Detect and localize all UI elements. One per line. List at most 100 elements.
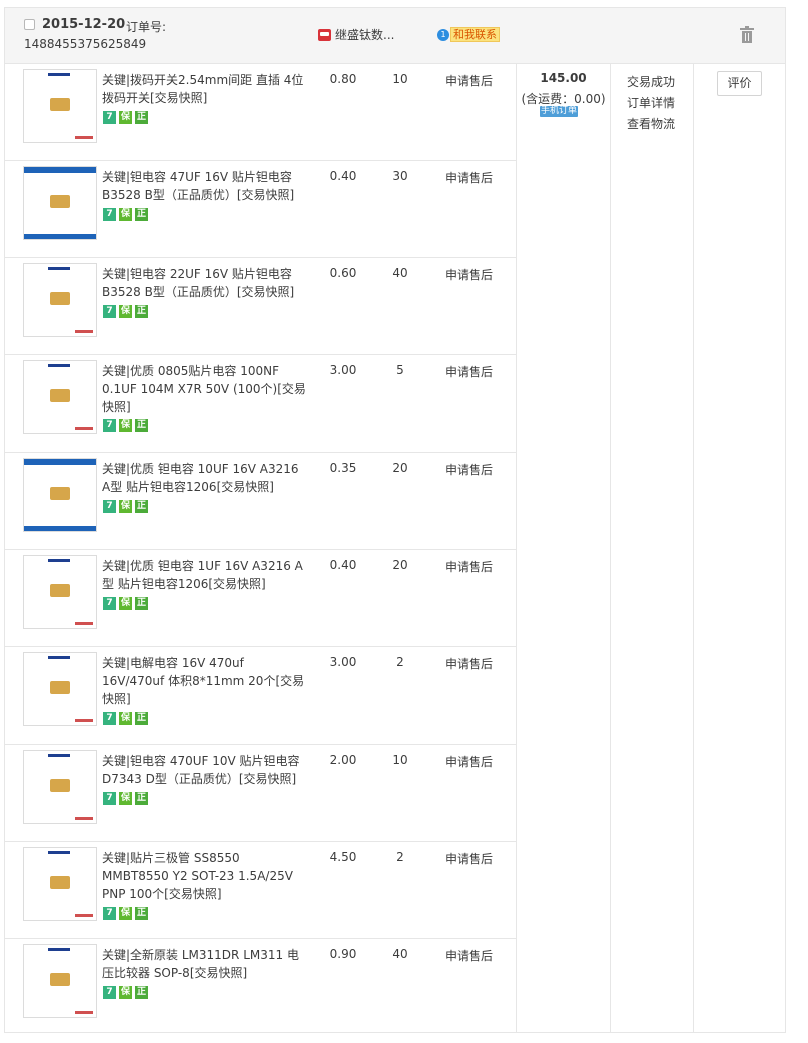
seven-day-return-badge[interactable]: 7 — [103, 500, 116, 513]
quantity: 20 — [392, 461, 408, 475]
product-name-link[interactable]: 关键|钽电容 22UF 16V 贴片钽电容 B3528 B型（正品质优）[交易快… — [102, 265, 307, 301]
after-sales-link[interactable]: 申请售后 — [439, 266, 499, 283]
seven-day-return-badge[interactable]: 7 — [103, 419, 116, 432]
shop-name[interactable]: 继盛钛数... — [335, 26, 394, 43]
after-sales-link[interactable]: 申请售后 — [439, 461, 499, 478]
genuine-badge[interactable]: 正 — [135, 986, 148, 999]
order-item: 关键|全新原装 LM311DR LM311 电压比较器 SOP-8[交易快照] 7… — [5, 938, 516, 1033]
genuine-badge[interactable]: 正 — [135, 208, 148, 221]
after-sales-link[interactable]: 申请售后 — [439, 72, 499, 89]
product-thumbnail[interactable] — [23, 847, 97, 921]
genuine-badge[interactable]: 正 — [135, 907, 148, 920]
product-thumbnail[interactable] — [23, 263, 97, 337]
genuine-badge[interactable]: 正 — [135, 500, 148, 513]
product-thumbnail[interactable] — [23, 750, 97, 824]
genuine-badge[interactable]: 正 — [135, 419, 148, 432]
service-badges: 7保正 — [103, 208, 151, 221]
service-badges: 7保正 — [103, 500, 151, 513]
seven-day-return-badge[interactable]: 7 — [103, 111, 116, 124]
service-badges: 7保正 — [103, 907, 151, 920]
service-badges: 7保正 — [103, 792, 151, 805]
order-header: 2015-12-20 订单号: 1488455375625849 继盛钛数...… — [5, 8, 785, 64]
quantity: 2 — [396, 655, 404, 669]
seven-day-return-badge[interactable]: 7 — [103, 208, 116, 221]
product-thumbnail[interactable] — [23, 555, 97, 629]
after-sales-link[interactable]: 申请售后 — [439, 558, 499, 575]
checkbox-icon[interactable] — [24, 19, 35, 30]
product-name-link[interactable]: 关键|优质 0805贴片电容 100NF 0.1UF 104M X7R 50V … — [102, 362, 307, 416]
guarantee-badge[interactable]: 保 — [119, 111, 132, 124]
guarantee-badge[interactable]: 保 — [119, 305, 132, 318]
product-thumbnail[interactable] — [23, 360, 97, 434]
guarantee-badge[interactable]: 保 — [119, 712, 132, 725]
unit-price: 4.50 — [329, 850, 357, 864]
genuine-badge[interactable]: 正 — [135, 305, 148, 318]
order-detail-link[interactable]: 订单详情 — [609, 93, 693, 114]
after-sales-link[interactable]: 申请售后 — [439, 655, 499, 672]
after-sales-link[interactable]: 申请售后 — [439, 947, 499, 964]
order-item: 关键|贴片三极管 SS8550 MMBT8550 Y2 SOT-23 1.5A/… — [5, 841, 516, 939]
seven-day-return-badge[interactable]: 7 — [103, 597, 116, 610]
product-name-link[interactable]: 关键|电解电容 16V 470uf 16V/470uf 体积8*11mm 20个… — [102, 654, 307, 708]
genuine-badge[interactable]: 正 — [135, 712, 148, 725]
quantity: 30 — [392, 169, 408, 183]
product-name-link[interactable]: 关键|钽电容 47UF 16V 贴片钽电容 B3528 B型（正品质优）[交易快… — [102, 168, 307, 204]
after-sales-link[interactable]: 申请售后 — [439, 169, 499, 186]
guarantee-badge[interactable]: 保 — [119, 907, 132, 920]
product-name-link[interactable]: 关键|贴片三极管 SS8550 MMBT8550 Y2 SOT-23 1.5A/… — [102, 849, 307, 903]
product-name-link[interactable]: 关键|优质 钽电容 1UF 16V A3216 A型 贴片钽电容1206[交易快… — [102, 557, 307, 593]
service-badges: 7保正 — [103, 597, 151, 610]
quantity: 40 — [392, 947, 408, 961]
service-badges: 7保正 — [103, 111, 151, 124]
quantity: 5 — [396, 363, 404, 377]
after-sales-link[interactable]: 申请售后 — [439, 850, 499, 867]
view-logistics-link[interactable]: 查看物流 — [609, 114, 693, 135]
order-item: 关键|电解电容 16V 470uf 16V/470uf 体积8*11mm 20个… — [5, 646, 516, 745]
quantity: 2 — [396, 850, 404, 864]
product-name-link[interactable]: 关键|拨码开关2.54mm间距 直插 4位拨码开关[交易快照] — [102, 71, 307, 107]
mobile-order-tag: 手机订单 — [540, 106, 578, 117]
genuine-badge[interactable]: 正 — [135, 597, 148, 610]
product-thumbnail[interactable] — [23, 458, 97, 532]
trash-icon[interactable] — [740, 26, 754, 43]
seven-day-return-badge[interactable]: 7 — [103, 712, 116, 725]
guarantee-badge[interactable]: 保 — [119, 597, 132, 610]
guarantee-badge[interactable]: 保 — [119, 208, 132, 221]
seven-day-return-badge[interactable]: 7 — [103, 792, 116, 805]
guarantee-badge[interactable]: 保 — [119, 500, 132, 513]
contact-seller-button[interactable]: 1 和我联系 — [437, 27, 500, 42]
order-item: 关键|优质 钽电容 10UF 16V A3216 A型 贴片钽电容1206[交易… — [5, 452, 516, 550]
product-thumbnail[interactable] — [23, 652, 97, 726]
service-badges: 7保正 — [103, 419, 151, 432]
service-badges: 7保正 — [103, 305, 151, 318]
product-name-link[interactable]: 关键|钽电容 470UF 10V 贴片钽电容 D7343 D型（正品质优）[交易… — [102, 752, 307, 788]
genuine-badge[interactable]: 正 — [135, 792, 148, 805]
quantity: 20 — [392, 558, 408, 572]
shop-link[interactable]: 继盛钛数... — [318, 26, 394, 43]
quantity: 10 — [392, 753, 408, 767]
unit-price: 0.60 — [329, 266, 357, 280]
order-status-column: 交易成功 订单详情 查看物流 — [609, 63, 694, 1033]
unit-price: 0.40 — [329, 169, 357, 183]
seven-day-return-badge[interactable]: 7 — [103, 986, 116, 999]
product-thumbnail[interactable] — [23, 69, 97, 143]
guarantee-badge[interactable]: 保 — [119, 792, 132, 805]
quantity: 10 — [392, 72, 408, 86]
rate-button[interactable]: 评价 — [717, 71, 762, 96]
product-thumbnail[interactable] — [23, 944, 97, 1018]
guarantee-badge[interactable]: 保 — [119, 986, 132, 999]
order-item: 关键|钽电容 47UF 16V 贴片钽电容 B3528 B型（正品质优）[交易快… — [5, 160, 516, 258]
seven-day-return-badge[interactable]: 7 — [103, 305, 116, 318]
order-item: 关键|钽电容 22UF 16V 贴片钽电容 B3528 B型（正品质优）[交易快… — [5, 257, 516, 355]
after-sales-link[interactable]: 申请售后 — [439, 363, 499, 380]
genuine-badge[interactable]: 正 — [135, 111, 148, 124]
seven-day-return-badge[interactable]: 7 — [103, 907, 116, 920]
product-thumbnail[interactable] — [23, 166, 97, 240]
contact-label[interactable]: 和我联系 — [450, 27, 500, 42]
guarantee-badge[interactable]: 保 — [119, 419, 132, 432]
after-sales-link[interactable]: 申请售后 — [439, 753, 499, 770]
product-name-link[interactable]: 关键|全新原装 LM311DR LM311 电压比较器 SOP-8[交易快照] — [102, 946, 307, 982]
product-name-link[interactable]: 关键|优质 钽电容 10UF 16V A3216 A型 贴片钽电容1206[交易… — [102, 460, 307, 496]
order-item: 关键|拨码开关2.54mm间距 直插 4位拨码开关[交易快照] 7 保正 0.80 10… — [5, 63, 516, 161]
shipping-fee: (含运费：0.00) — [521, 92, 606, 106]
